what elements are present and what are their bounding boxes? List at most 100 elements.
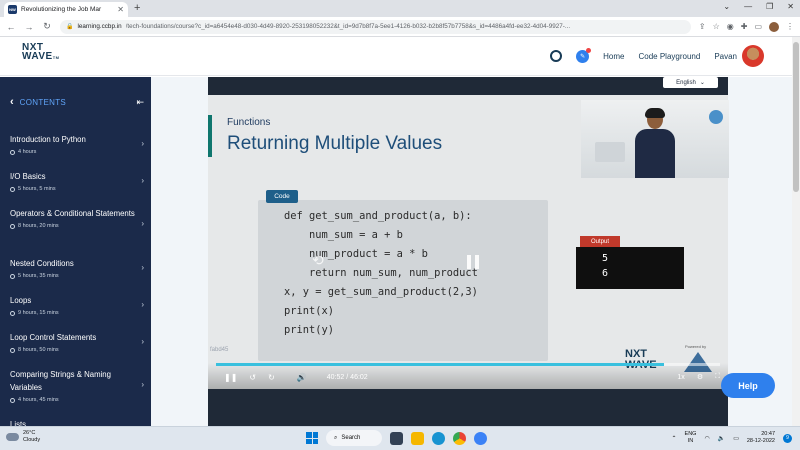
time-readout: 40:52 / 46:02: [327, 374, 368, 381]
rewind-icon[interactable]: ↺: [249, 373, 256, 382]
bookmark-star-icon[interactable]: ☆: [713, 22, 720, 31]
chevron-right-icon: ›: [141, 219, 144, 228]
sidebar-item-io-basics[interactable]: I/O Basics 5 hours, 5 mins ›: [10, 170, 144, 192]
forward-icon[interactable]: →: [24, 22, 34, 32]
battery-icon[interactable]: ▭: [733, 435, 739, 442]
lang-line2: IN: [687, 438, 694, 444]
playback-speed[interactable]: 1x: [677, 374, 684, 381]
course-duration: 4 hours, 45 mins: [10, 397, 138, 403]
timer-icon[interactable]: [550, 50, 563, 62]
sidebar-item-comparing-strings[interactable]: Comparing Strings & Naming Variables 4 h…: [10, 368, 144, 403]
taskbar-search[interactable]: ⌕ Search: [326, 430, 382, 446]
menu-dots-icon[interactable]: ⋮: [786, 22, 794, 31]
total-time: 46:02: [350, 374, 368, 381]
browser-tab[interactable]: NW Revolutionizing the Job Mar ✕: [4, 2, 128, 17]
extensions-area: ⇪ ☆ ◉ ✚ ▭ ⋮: [699, 21, 794, 32]
code-playground-link[interactable]: Code Playground: [638, 52, 700, 61]
minimize-icon[interactable]: —: [744, 2, 752, 11]
video-player[interactable]: English ⌄ Functions Returning Multiple V…: [208, 77, 729, 389]
close-window-icon[interactable]: ✕: [787, 2, 794, 11]
fullscreen-icon[interactable]: ⛶: [715, 373, 720, 381]
weather-widget[interactable]: 26°C Cloudy: [6, 430, 40, 444]
progress-bar[interactable]: [216, 363, 720, 366]
reload-icon[interactable]: ↻: [42, 21, 52, 32]
language-value: English: [676, 79, 696, 86]
restore-icon[interactable]: ❐: [766, 2, 773, 11]
search-icon: ⌕: [334, 434, 338, 441]
code-tag: Code: [266, 190, 298, 203]
language-select[interactable]: English ⌄: [663, 77, 718, 88]
pause-overlay-icon[interactable]: [467, 255, 479, 269]
chevron-left-icon[interactable]: ‹: [10, 96, 14, 108]
chat-icon[interactable]: ✎: [576, 47, 592, 63]
weather-condition: Cloudy: [23, 437, 41, 443]
system-tray: ⌃ ENG IN ◠ 🔈 ▭ 20:47 28-12-2022 9: [672, 431, 792, 445]
window-controls: ⌄ — ❐ ✕: [723, 2, 794, 11]
lang-line1: ENG: [684, 431, 697, 437]
chevron-up-icon[interactable]: ⌃: [672, 435, 677, 442]
chevron-right-icon: ›: [141, 300, 144, 309]
code-block: def get_sum_and_product(a, b): num_sum =…: [258, 200, 548, 361]
contents-heading: CONTENTS: [19, 97, 67, 107]
slide-subtitle: Functions: [227, 117, 271, 128]
sidebar-item-nested-conditions[interactable]: Nested Conditions 5 hours, 35 mins ›: [10, 257, 144, 279]
task-view-icon[interactable]: [390, 431, 403, 445]
home-link[interactable]: Home: [603, 52, 624, 61]
edge-icon[interactable]: [432, 431, 445, 445]
powered-by-text: Powered by: [685, 344, 707, 349]
course-duration: 5 hours, 35 mins: [10, 273, 138, 279]
speaker-icon[interactable]: 🔈: [718, 435, 725, 442]
clock-icon: [10, 223, 15, 229]
sidebar-item-loops[interactable]: Loops 9 hours, 15 mins ›: [10, 294, 144, 316]
pause-icon[interactable]: ❚❚: [224, 373, 237, 382]
sidebar-item-introduction-to-python[interactable]: Introduction to Python 4 hours ›: [10, 133, 144, 155]
sidebar-item-lists[interactable]: Lists: [10, 418, 138, 426]
tab-close-icon[interactable]: ✕: [117, 5, 124, 14]
forward-icon[interactable]: ↻: [268, 373, 275, 382]
volume-icon[interactable]: 🔊: [297, 373, 307, 382]
nxtwave-logo[interactable]: NXT WAVETM: [22, 43, 60, 62]
chevron-down-icon[interactable]: ⌄: [723, 2, 730, 11]
course-title: Loops: [10, 296, 32, 305]
profile-avatar[interactable]: [769, 21, 779, 32]
page-scrollbar[interactable]: [792, 37, 800, 426]
course-title: Nested Conditions: [10, 259, 74, 268]
collapse-sidebar-icon[interactable]: ⇤: [136, 97, 144, 108]
sidebar-header: ‹ CONTENTS ⇤: [10, 96, 144, 108]
tab-title: Revolutionizing the Job Mar: [21, 6, 102, 13]
output-line: 5: [602, 253, 609, 264]
scrollbar-thumb[interactable]: [793, 42, 799, 192]
weather-text: 26°C Cloudy: [23, 430, 40, 444]
extension-icon[interactable]: ◉: [727, 22, 734, 31]
clock-icon: [10, 347, 15, 353]
course-duration: 8 hours, 50 mins: [10, 347, 138, 353]
url-path: /tech-foundations/course?c_id=a6454e48-d…: [125, 23, 571, 30]
notification-dot: [586, 47, 592, 53]
sidebar-toggle-icon[interactable]: ▭: [754, 22, 762, 31]
user-avatar: [742, 45, 764, 67]
sidebar-item-operators-conditional[interactable]: Operators & Conditional Statements 8 hou…: [10, 207, 144, 229]
course-title: Operators & Conditional Statements: [10, 209, 135, 218]
course-title: Loop Control Statements: [10, 333, 97, 342]
sidebar-item-loop-control[interactable]: Loop Control Statements 8 hours, 50 mins…: [10, 331, 144, 353]
notification-badge[interactable]: 9: [783, 433, 792, 443]
user-menu[interactable]: Pavan: [714, 45, 764, 67]
puzzle-icon[interactable]: ✚: [741, 22, 748, 31]
lecture-slide: Functions Returning Multiple Values def …: [208, 95, 729, 389]
replay-overlay-icon[interactable]: ⟲: [312, 252, 324, 269]
url-field[interactable]: 🔒 learning.ccbp.in/tech-foundations/cour…: [60, 19, 691, 34]
new-tab-button[interactable]: +: [134, 2, 140, 14]
course-duration: 9 hours, 15 mins: [10, 310, 138, 316]
settings-gear-icon[interactable]: ⚙: [697, 373, 703, 381]
help-button[interactable]: Help: [721, 373, 775, 398]
chrome-icon[interactable]: [453, 431, 466, 445]
input-language[interactable]: ENG IN: [685, 431, 697, 445]
windows-start-icon[interactable]: [306, 432, 318, 444]
clock[interactable]: 20:47 28-12-2022: [747, 431, 775, 445]
share-icon[interactable]: ⇪: [699, 22, 706, 31]
back-icon[interactable]: ←: [6, 22, 16, 32]
current-time: 40:52: [326, 374, 345, 381]
file-explorer-icon[interactable]: [411, 431, 424, 445]
wifi-icon[interactable]: ◠: [704, 435, 709, 442]
app-icon[interactable]: [474, 431, 487, 445]
